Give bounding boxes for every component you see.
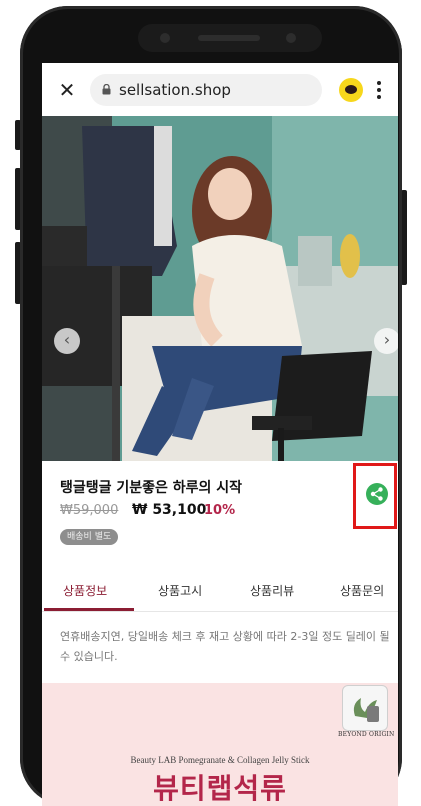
share-icon[interactable] (366, 483, 388, 505)
tab-product-notice[interactable]: 상품고시 (158, 582, 202, 599)
brand-logo-icon (342, 685, 388, 731)
url-field[interactable]: sellsation.shop (90, 74, 322, 106)
product-title: 탱글탱글 기분좋은 하루의 시작 (60, 480, 243, 496)
lock-icon (102, 84, 111, 95)
chevron-right-icon[interactable]: › (374, 328, 398, 354)
active-tab-underline (44, 608, 134, 611)
banner-subtitle: Beauty LAB Pomegranate & Collagen Jelly … (130, 755, 310, 765)
original-price: ₩59,000 (60, 503, 119, 518)
product-info: 탱글탱글 기분좋은 하루의 시작 ₩59,000 ₩ 53,100 10% 배송… (42, 461, 398, 561)
tab-product-qna[interactable]: 상품문의 (340, 582, 384, 599)
phone-screen: ✕ sellsation.shop ‹ › 탱글탱글 기분좋은 하루의 시작 ₩… (42, 63, 398, 806)
speaker-grille (198, 35, 260, 41)
camera-dot (160, 33, 170, 43)
more-vertical-icon[interactable] (372, 77, 386, 103)
shipping-notice: 연휴배송지연, 당일배송 체크 후 재고 상황에 따라 2-3일 정도 딜레이 … (60, 630, 390, 663)
close-icon[interactable]: ✕ (56, 79, 78, 101)
browser-address-bar: ✕ sellsation.shop (42, 63, 398, 116)
sale-price: ₩ 53,100 (132, 502, 207, 518)
tab-product-review[interactable]: 상품리뷰 (250, 582, 294, 599)
brand-name: BEYOND ORIGIN (338, 731, 395, 738)
shipping-badge: 배송비 별도 (60, 529, 119, 545)
phone-notch (138, 24, 322, 52)
product-tabs: 상품정보 상품고시 상품리뷰 상품문의 (42, 571, 398, 612)
tab-product-info[interactable]: 상품정보 (63, 582, 107, 599)
chevron-left-icon[interactable]: ‹ (54, 328, 80, 354)
product-detail-banner: BEYOND ORIGIN Beauty LAB Pomegranate & C… (42, 683, 398, 806)
sensor-dot (286, 33, 296, 43)
share-highlight-box (353, 463, 397, 529)
banner-title: 뷰티랩석류 (153, 772, 287, 805)
discount-rate: 10% (204, 503, 236, 518)
product-image: ‹ › (42, 116, 398, 461)
url-text: sellsation.shop (119, 81, 231, 99)
kakaotalk-icon[interactable] (339, 78, 363, 102)
